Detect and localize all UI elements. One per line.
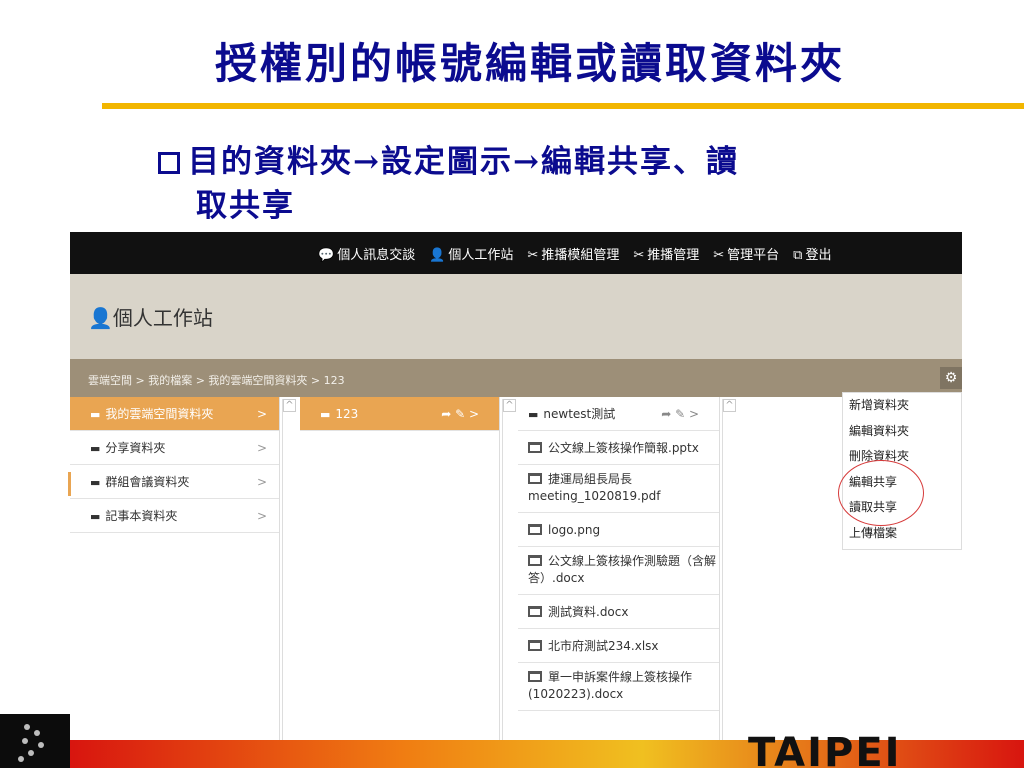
file-item[interactable]: 單一申訴案件線上簽核操作(1020223).docx [518,663,719,711]
folder-label: newtest測試 [543,407,616,421]
topnav-item[interactable]: 💬 個人訊息交談 [318,244,415,263]
file-icon [528,671,542,682]
menu-item[interactable]: 編輯資料夾 [843,419,961,445]
slide-title: 授權別的帳號編輯或讀取資料夾 [214,39,845,88]
footer-dots-logo [0,714,70,768]
folder-icon: ▬ [90,442,101,455]
file-column: ▬ newtest測試 ➦ ✎ > 公文線上簽核操作簡報.pptx 捷運局組長局長mee… [518,397,720,742]
chat-icon: 💬 [318,248,335,263]
topnav-item[interactable]: ✂ 管理平台 [713,244,779,263]
user-icon: 👤 [88,306,113,330]
chevron-right-icon[interactable]: > [257,397,267,431]
folder-icon: ▬ [90,476,101,489]
topnav-item[interactable]: 👤 個人工作站 [429,244,513,263]
file-label: 北市府測試234.xlsx [548,639,659,653]
file-item[interactable]: logo.png [518,513,719,547]
file-icon [528,524,542,535]
highlight-circle [838,460,924,526]
folder-item[interactable]: ▬ 記事本資料夾 > [70,499,279,533]
scroll-up-icon[interactable]: ^ [283,399,296,412]
file-icon [528,473,542,484]
left-marker [68,472,71,496]
scrollbar-1[interactable]: ^ [282,399,296,742]
footer-logo-text: TAIPEI [748,730,902,768]
row-actions[interactable]: ➦ ✎ > [661,397,699,431]
file-item[interactable]: 北市府測試234.xlsx [518,629,719,663]
topnav-label: 登出 [805,248,832,263]
file-item[interactable]: 捷運局組長局長meeting_1020819.pdf [518,465,719,513]
tools-icon: ✂ [713,248,725,263]
scrollbar-3[interactable]: ^ [722,399,736,742]
topnav-label: 管理平台 [727,248,780,263]
folder-item[interactable]: ▬ 123 ➦ ✎ > [300,397,499,431]
menu-item[interactable]: 新增資料夾 [843,393,961,419]
file-label: 公文線上簽核操作簡報.pptx [548,441,699,455]
folder-label: 我的雲端空間資料夾 [105,407,214,421]
file-item[interactable]: 公文線上簽核操作測驗題（含解答）.docx [518,547,719,595]
folder-label: 群組會議資料夾 [105,475,190,489]
top-nav: 💬 個人訊息交談 👤 個人工作站 ✂ 推播模組管理 ✂ 推播管理 ✂ 管理平台 ⧉ 登出 [70,232,962,274]
file-label: 測試資料.docx [548,605,629,619]
topnav-label: 推播模組管理 [541,248,620,263]
folder-column-2: ▬ 123 ➦ ✎ > [300,397,500,742]
topnav-label: 推播管理 [647,248,700,263]
topnav-item[interactable]: ⧉ 登出 [793,244,831,263]
file-item[interactable]: 公文線上簽核操作簡報.pptx [518,431,719,465]
bullet-line-2: 取共享 [196,188,295,224]
file-icon [528,606,542,617]
folder-icon: ▬ [320,408,331,421]
chevron-right-icon[interactable]: > [257,499,267,533]
tools-icon: ✂ [633,248,645,263]
file-label: 單一申訴案件線上簽核操作(1020223).docx [528,670,693,701]
scroll-up-icon[interactable]: ^ [723,399,736,412]
folder-column-1: ▬ 我的雲端空間資料夾 > ▬ 分享資料夾 > ▬ 群組會議資料夾 > ▬ 記事本資料夾 > [70,397,280,742]
gear-icon[interactable]: ⚙ [940,367,962,389]
file-label: 公文線上簽核操作測驗題（含解答）.docx [528,554,717,585]
topnav-label: 個人訊息交談 [337,248,416,263]
folder-label: 分享資料夾 [105,441,166,455]
file-label: logo.png [548,523,601,537]
checkbox-bullet-icon [158,152,180,174]
file-icon [528,442,542,453]
bullet-text: 目的資料夾→設定圖示→編輯共享、讀 取共享 [158,140,938,228]
folder-icon: ▬ [90,510,101,523]
file-icon [528,640,542,651]
folder-item[interactable]: ▬ 群組會議資料夾 > [70,465,279,499]
file-item[interactable]: 測試資料.docx [518,595,719,629]
folder-item[interactable]: ▬ 分享資料夾 > [70,431,279,465]
app-screenshot: 💬 個人訊息交談 👤 個人工作站 ✂ 推播模組管理 ✂ 推播管理 ✂ 管理平台 ⧉ 登出 👤個人工作站… [70,232,962,742]
chevron-right-icon[interactable]: > [257,431,267,465]
topnav-item[interactable]: ✂ 推播管理 [633,244,699,263]
breadcrumb[interactable]: 雲端空間 > 我的檔案 > 我的雲端空間資料夾 > 123 [88,372,345,388]
folder-icon: ▬ [90,408,101,421]
chevron-right-icon[interactable]: > [257,465,267,499]
user-icon: 👤 [429,248,446,263]
topnav-label: 個人工作站 [448,248,514,263]
file-label: 捷運局組長局長meeting_1020819.pdf [528,472,661,503]
folder-label: 123 [335,407,359,421]
workstation-header: 👤個人工作站 [70,274,962,359]
topnav-item[interactable]: ✂ 推播模組管理 [527,244,619,263]
folder-item[interactable]: ▬ newtest測試 ➦ ✎ > [518,397,719,431]
bullet-line-1: 目的資料夾→設定圖示→編輯共享、讀 [188,144,739,180]
folder-label: 記事本資料夾 [105,509,178,523]
file-icon [528,555,542,566]
row-actions[interactable]: ➦ ✎ > [441,397,479,431]
tools-icon: ✂ [527,248,539,263]
breadcrumb-bar: 雲端空間 > 我的檔案 > 我的雲端空間資料夾 > 123 [70,359,962,397]
workstation-title: 👤個人工作站 [88,306,213,330]
menu-item[interactable]: 上傳檔案 [843,521,961,547]
scroll-up-icon[interactable]: ^ [503,399,516,412]
external-link-icon: ⧉ [793,248,803,263]
scrollbar-2[interactable]: ^ [502,399,516,742]
folder-item[interactable]: ▬ 我的雲端空間資料夾 > [70,397,279,431]
folder-icon: ▬ [528,408,539,421]
title-rule [102,103,1024,109]
